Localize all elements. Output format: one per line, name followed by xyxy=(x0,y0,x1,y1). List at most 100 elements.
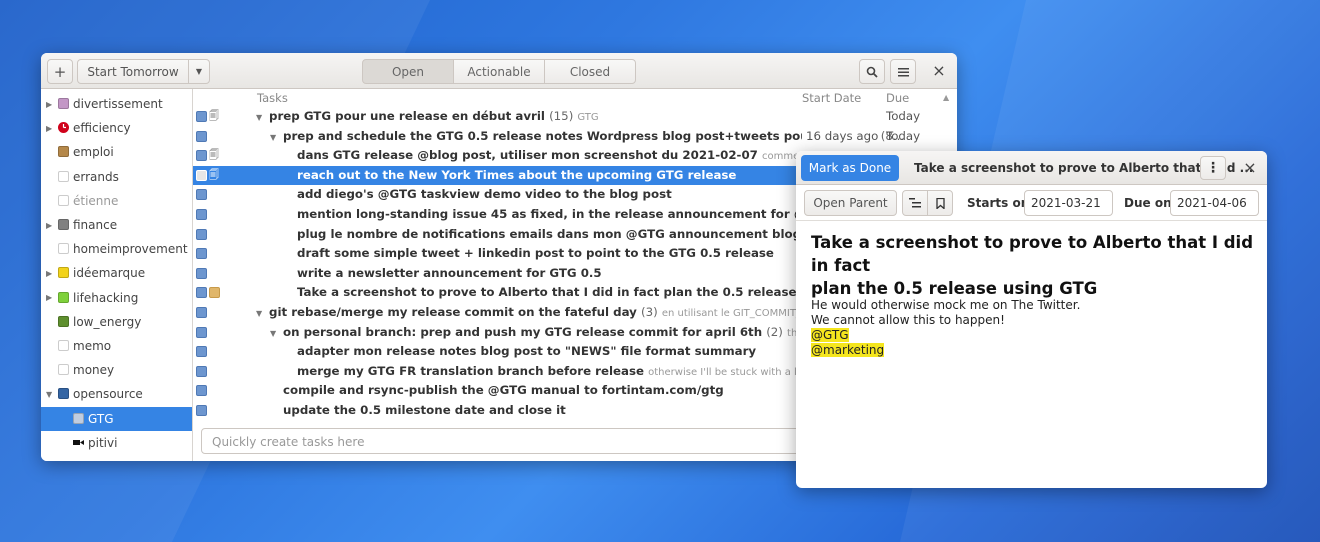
task-checkbox[interactable] xyxy=(196,385,207,397)
editor-menu-button[interactable]: ⋮ xyxy=(1200,156,1226,180)
due-on-label: Due on xyxy=(1124,196,1172,210)
close-editor-button[interactable]: × xyxy=(1240,158,1260,178)
tag-color-swatch xyxy=(58,146,69,158)
expander-closed-icon[interactable]: ▶ xyxy=(46,100,52,109)
open-parent-button[interactable]: Open Parent xyxy=(804,190,897,216)
task-title-text: write a newsletter announcement for GTG … xyxy=(297,265,602,280)
expander-closed-icon[interactable]: ▶ xyxy=(46,269,52,278)
task-checkbox[interactable] xyxy=(196,169,207,181)
task-title: write a newsletter announcement for GTG … xyxy=(297,266,602,280)
task-checkbox[interactable] xyxy=(196,287,207,299)
tag-color-swatch xyxy=(58,315,69,327)
task-checkbox[interactable] xyxy=(196,150,207,162)
task-row[interactable]: 🗐 ▼ prep GTG pour une release en début avr… xyxy=(193,107,957,127)
expander-closed-icon[interactable]: ▶ xyxy=(46,293,52,302)
sidebar-item-finance[interactable]: ▶ finance xyxy=(41,213,192,237)
sidebar-item-label: errands xyxy=(73,169,119,184)
expander-closed-icon[interactable]: ▶ xyxy=(46,124,52,133)
menu-button[interactable] xyxy=(890,59,916,84)
sidebar-item--tienne[interactable]: étienne xyxy=(41,189,192,213)
sidebar-item-efficiency[interactable]: ▶ efficiency xyxy=(41,116,192,140)
tag-color-swatch xyxy=(58,340,69,351)
sidebar-item-gtg[interactable]: GTG xyxy=(41,406,192,431)
sidebar-item-lifehacking[interactable]: ▶ lifehacking xyxy=(41,286,192,310)
kebab-icon: ⋮ xyxy=(1206,160,1220,176)
sidebar-item-pitivi[interactable]: pitivi xyxy=(41,431,192,455)
expander-open-icon[interactable]: ▼ xyxy=(270,133,276,142)
task-description[interactable]: He would otherwise mock me on The Twitte… xyxy=(811,298,1080,358)
close-window-button[interactable]: × xyxy=(929,61,949,81)
subtask-button[interactable] xyxy=(902,190,928,216)
sidebar-item-id-emarque[interactable]: ▶ idéemarque xyxy=(41,261,192,285)
tab-actionable[interactable]: Actionable xyxy=(453,59,545,84)
task-checkbox[interactable] xyxy=(196,326,207,338)
sidebar-item-emploi[interactable]: emploi xyxy=(41,140,192,164)
task-title: compile and rsync-publish the @GTG manua… xyxy=(283,383,724,397)
sidebar-item-money[interactable]: money xyxy=(41,358,192,382)
task-title: prep GTG pour une release en début avril… xyxy=(269,109,599,123)
task-checkbox[interactable] xyxy=(196,130,207,142)
tag-gtg[interactable]: @GTG xyxy=(811,328,849,342)
task-title: merge my GTG FR translation branch befor… xyxy=(297,364,863,378)
task-title[interactable]: Take a screenshot to prove to Alberto th… xyxy=(811,231,1256,300)
expander-closed-icon[interactable]: ▶ xyxy=(46,221,52,230)
tab-open[interactable]: Open xyxy=(362,59,454,84)
due-on-field[interactable]: 2021-04-06 xyxy=(1170,190,1259,216)
task-checkbox[interactable] xyxy=(196,307,207,318)
expander-open-icon[interactable]: ▼ xyxy=(46,390,52,399)
start-tomorrow-button[interactable]: Start Tomorrow xyxy=(77,59,189,84)
sidebar-item-label: emploi xyxy=(73,145,114,160)
editor-toolbar: Open Parent Starts on 2021-03-21 Due on … xyxy=(796,185,1267,221)
sidebar-item-label: lifehacking xyxy=(73,290,139,305)
sidebar-item-label: étienne xyxy=(73,193,119,208)
task-checkbox[interactable] xyxy=(196,189,207,201)
task-title: draft some simple tweet + linkedin post … xyxy=(297,246,774,260)
add-task-button[interactable]: + xyxy=(47,59,73,84)
editor-header-bar: Mark as Done Take a screenshot to prove … xyxy=(796,151,1267,185)
sidebar-item-divertissement[interactable]: ▶ divertissement xyxy=(41,92,192,116)
sidebar-item-label: homeimprovement xyxy=(73,242,188,257)
expander-open-icon[interactable]: ▼ xyxy=(270,329,276,338)
starts-on-field[interactable]: 2021-03-21 xyxy=(1024,190,1113,216)
task-checkbox[interactable] xyxy=(196,365,207,377)
column-header-due[interactable]: Due xyxy=(886,91,909,105)
task-checkbox[interactable] xyxy=(196,267,207,279)
task-title-text: update the 0.5 milestone date and close … xyxy=(283,403,566,417)
film-icon xyxy=(73,437,84,448)
task-row[interactable]: ▼ prep and schedule the GTG 0.5 release n… xyxy=(193,127,957,147)
tag-color-swatch xyxy=(58,170,69,182)
column-header-start[interactable]: Start Date xyxy=(802,91,861,105)
tag-button[interactable] xyxy=(927,190,953,216)
task-checkbox[interactable] xyxy=(196,228,207,240)
tag-color-swatch xyxy=(73,412,84,424)
task-checkbox[interactable] xyxy=(196,248,207,260)
task-due-date: Today xyxy=(886,128,921,143)
sidebar-item-homeimprovement[interactable]: homeimprovement xyxy=(41,237,192,261)
task-checkbox[interactable] xyxy=(196,405,207,416)
mark-as-done-button[interactable]: Mark as Done xyxy=(801,155,899,181)
task-start-date: 16 days ago xyxy=(802,128,879,143)
task-checkbox[interactable] xyxy=(196,111,207,122)
task-title-text: on personal branch: prep and push my GTG… xyxy=(283,324,763,339)
task-title: plug le nombre de notifications emails d… xyxy=(297,227,841,241)
tag-marketing[interactable]: @marketing xyxy=(811,343,885,357)
sidebar-item-opensource[interactable]: ▼ opensource xyxy=(41,382,192,406)
quick-add-input[interactable]: Quickly create tasks here xyxy=(201,428,801,454)
expander-open-icon[interactable]: ▼ xyxy=(256,309,262,318)
tab-closed[interactable]: Closed xyxy=(544,59,636,84)
sidebar-item-low-energy[interactable]: low_energy xyxy=(41,310,192,334)
expander-open-icon[interactable]: ▼ xyxy=(256,113,262,122)
tag-color-swatch xyxy=(58,219,69,230)
sidebar-item-memo[interactable]: memo xyxy=(41,334,192,358)
task-title-text: compile and rsync-publish the @GTG manua… xyxy=(283,383,724,398)
task-checkbox[interactable] xyxy=(196,346,207,358)
column-header-tasks[interactable]: Tasks xyxy=(257,91,288,105)
subtask-count: (3) xyxy=(640,305,658,319)
description-line: He would otherwise mock me on The Twitte… xyxy=(811,298,1081,312)
search-button[interactable] xyxy=(859,59,885,84)
sidebar-item-errands[interactable]: errands xyxy=(41,165,192,189)
start-options-dropdown[interactable]: ▼ xyxy=(188,59,210,84)
task-checkbox[interactable] xyxy=(196,209,207,220)
sidebar-item-label: memo xyxy=(73,339,112,353)
indent-list-icon xyxy=(909,198,921,208)
